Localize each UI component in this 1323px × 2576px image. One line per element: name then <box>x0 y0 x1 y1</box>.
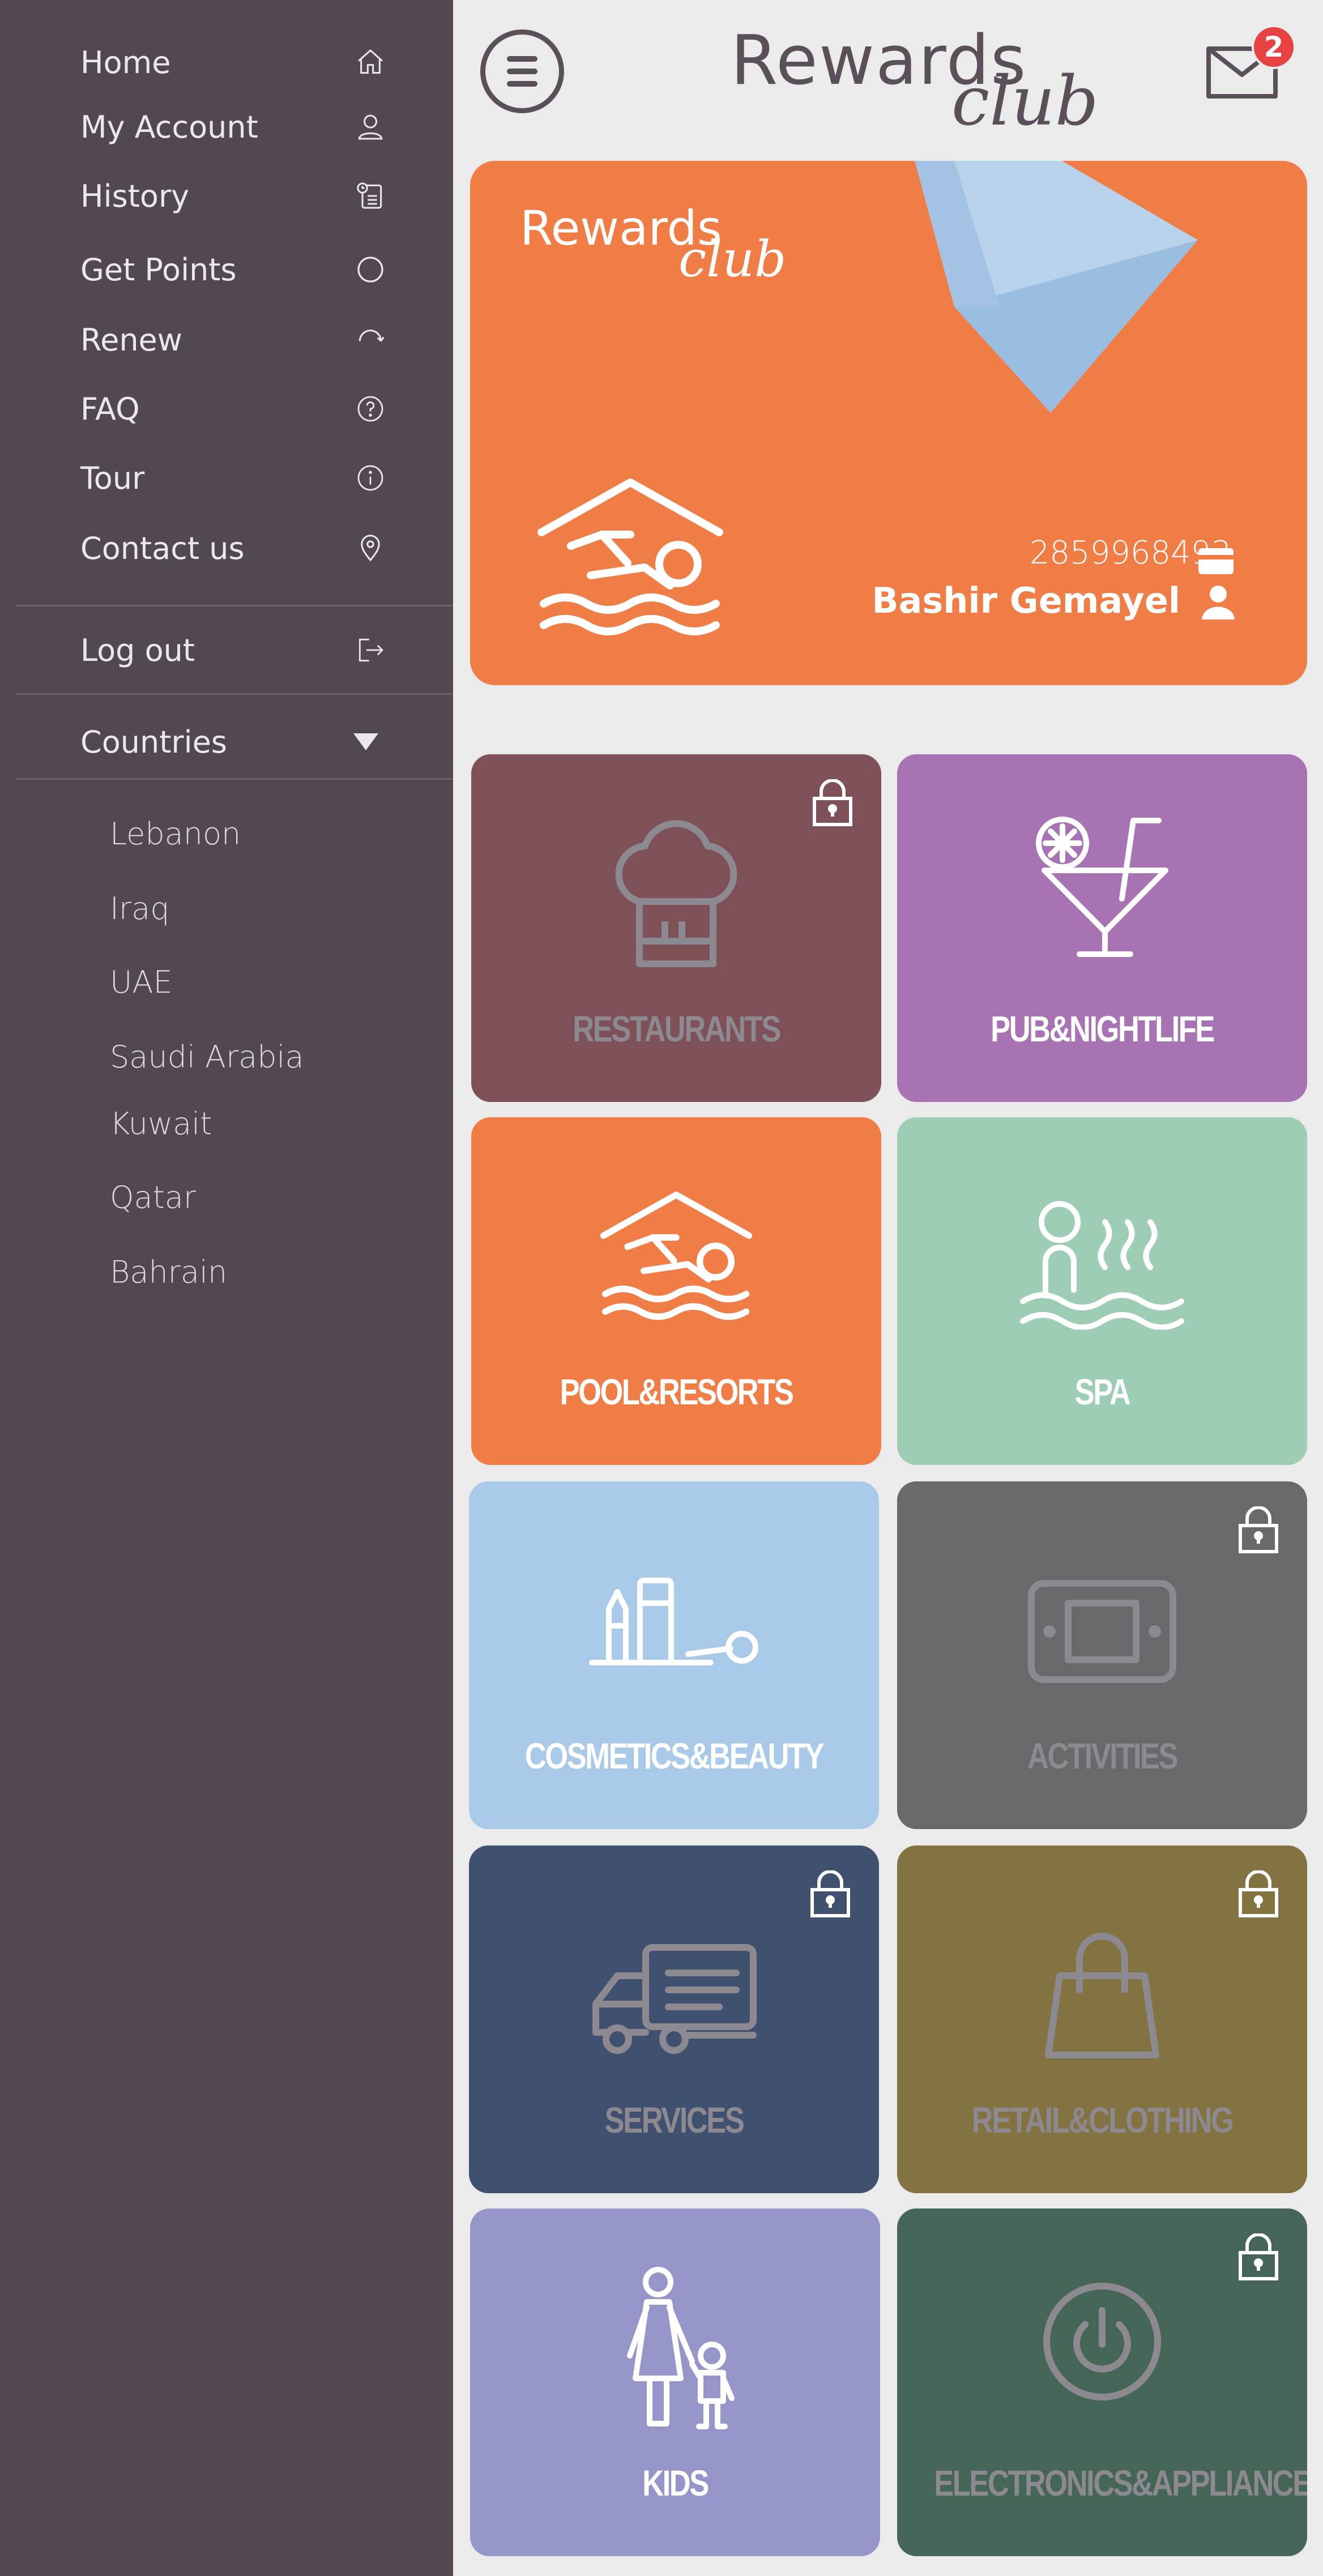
category-label: KIDS <box>642 2463 709 2504</box>
question-icon <box>357 396 383 422</box>
sidebar-item-home[interactable]: Home <box>80 40 386 85</box>
country-item-iraq[interactable]: Iraq <box>110 886 170 931</box>
logo-script: club <box>951 62 1099 141</box>
power-icon <box>1043 2283 1161 2400</box>
category-tile-retail-clothing[interactable]: RETAIL&CLOTHING <box>897 1846 1307 2193</box>
country-item-lebanon[interactable]: Lebanon <box>110 811 241 856</box>
origami-decoration <box>915 161 1198 413</box>
menu-icon-bar <box>507 56 537 62</box>
sidebar-divider <box>16 693 453 695</box>
lock-icon <box>1239 2233 1278 2280</box>
refresh-icon <box>359 330 385 342</box>
swimmer-icon <box>537 479 723 635</box>
sidebar-item-label: FAQ <box>80 391 140 427</box>
lock-icon <box>1239 1870 1278 1917</box>
lock-icon <box>813 779 852 826</box>
category-label: COSMETICS&BEAUTY <box>524 1736 825 1776</box>
notification-badge: 2 <box>1252 25 1296 69</box>
cosmetics-icon <box>589 1578 758 1665</box>
country-item-uae[interactable]: UAE <box>110 959 173 1005</box>
sidebar-item-label: Renew <box>80 322 182 358</box>
sidebar-item-label: Get Points <box>80 251 237 288</box>
caret-down-icon <box>353 733 378 750</box>
category-label: ACTIVITIES <box>1027 1736 1179 1776</box>
category-label: SERVICES <box>604 2100 745 2141</box>
shopping-bag-icon <box>1045 1933 1159 2058</box>
sidebar-item-label: My Account <box>80 109 258 145</box>
sidebar-item-history[interactable]: History <box>80 173 386 219</box>
sidebar: Home My Account History Get Points Renew… <box>0 0 453 2576</box>
spa-icon <box>1020 1201 1184 1330</box>
lock-icon <box>1239 1506 1278 1553</box>
category-label: RESTAURANTS <box>573 1009 781 1049</box>
category-label: PUB&NIGHTLIFE <box>991 1009 1215 1049</box>
sidebar-item-contact-us[interactable]: Contact us <box>80 526 386 571</box>
truck-icon <box>592 1944 757 2054</box>
location-pin-icon <box>361 535 380 562</box>
category-tile-activities[interactable]: ACTIVITIES <box>897 1481 1307 1829</box>
logout-label: Log out <box>80 632 195 668</box>
card-holder-name: Bashir Gemayel <box>872 580 1180 621</box>
user-icon <box>358 114 383 140</box>
sidebar-item-label: History <box>80 178 190 214</box>
membership-card[interactable]: Rewards club 2859968493 Bashir Gemayel <box>470 161 1307 685</box>
sidebar-divider <box>16 778 453 780</box>
countries-dropdown[interactable]: Countries <box>80 719 386 764</box>
user-icon <box>1202 586 1235 620</box>
category-tile-cosmetics-beauty[interactable]: COSMETICS&BEAUTY <box>469 1481 879 1829</box>
category-tile-electronics-appliances[interactable]: ELECTRONICS&APPLIANCES <box>897 2208 1307 2556</box>
chef-hat-icon <box>615 820 737 967</box>
category-label: POOL&RESORTS <box>560 1372 794 1412</box>
category-tile-pool-resorts[interactable]: POOL&RESORTS <box>471 1117 881 1465</box>
sidebar-item-tour[interactable]: Tour <box>80 455 386 501</box>
circle-icon <box>357 257 383 283</box>
card-logo-script: club <box>678 230 787 288</box>
category-tile-spa[interactable]: SPA <box>897 1117 1307 1465</box>
category-tile-kids[interactable]: KIDS <box>470 2208 880 2556</box>
cocktail-icon <box>1036 817 1168 957</box>
category-label: RETAIL&CLOTHING <box>971 2100 1234 2141</box>
parent-child-icon <box>627 2267 735 2429</box>
swimmer-icon <box>600 1191 753 1320</box>
logout-icon <box>359 638 383 662</box>
menu-icon-bar <box>507 69 537 74</box>
sidebar-item-label: Home <box>80 44 171 80</box>
category-tile-restaurants[interactable]: RESTAURANTS <box>471 754 881 1102</box>
home-icon <box>357 49 383 74</box>
sidebar-item-get-points[interactable]: Get Points <box>80 247 386 292</box>
category-label: ELECTRONICS&APPLIANCES <box>934 2463 1307 2504</box>
credit-card-icon <box>1198 548 1234 574</box>
lock-icon <box>810 1870 850 1917</box>
category-tile-services[interactable]: SERVICES <box>469 1846 879 2193</box>
country-item-kuwait[interactable]: Kuwait <box>110 1101 212 1146</box>
menu-icon-bar <box>507 81 537 87</box>
menu-button[interactable] <box>480 29 564 113</box>
game-console-icon <box>1028 1580 1176 1683</box>
category-label: SPA <box>1074 1372 1131 1412</box>
logout-button[interactable]: Log out <box>80 627 386 673</box>
country-item-bahrain[interactable]: Bahrain <box>110 1249 227 1295</box>
history-icon <box>357 182 382 209</box>
sidebar-divider <box>16 605 453 606</box>
category-tile-pub-nightlife[interactable]: PUB&NIGHTLIFE <box>897 754 1307 1102</box>
sidebar-item-faq[interactable]: FAQ <box>80 386 386 432</box>
sidebar-item-my-account[interactable]: My Account <box>80 104 386 149</box>
country-item-qatar[interactable]: Qatar <box>110 1174 196 1220</box>
countries-label: Countries <box>80 724 227 760</box>
sidebar-item-renew[interactable]: Renew <box>80 317 386 362</box>
sidebar-item-label: Contact us <box>80 530 245 566</box>
info-icon <box>357 465 383 491</box>
sidebar-item-label: Tour <box>80 460 145 496</box>
country-item-saudi-arabia[interactable]: Saudi Arabia <box>110 1034 304 1079</box>
